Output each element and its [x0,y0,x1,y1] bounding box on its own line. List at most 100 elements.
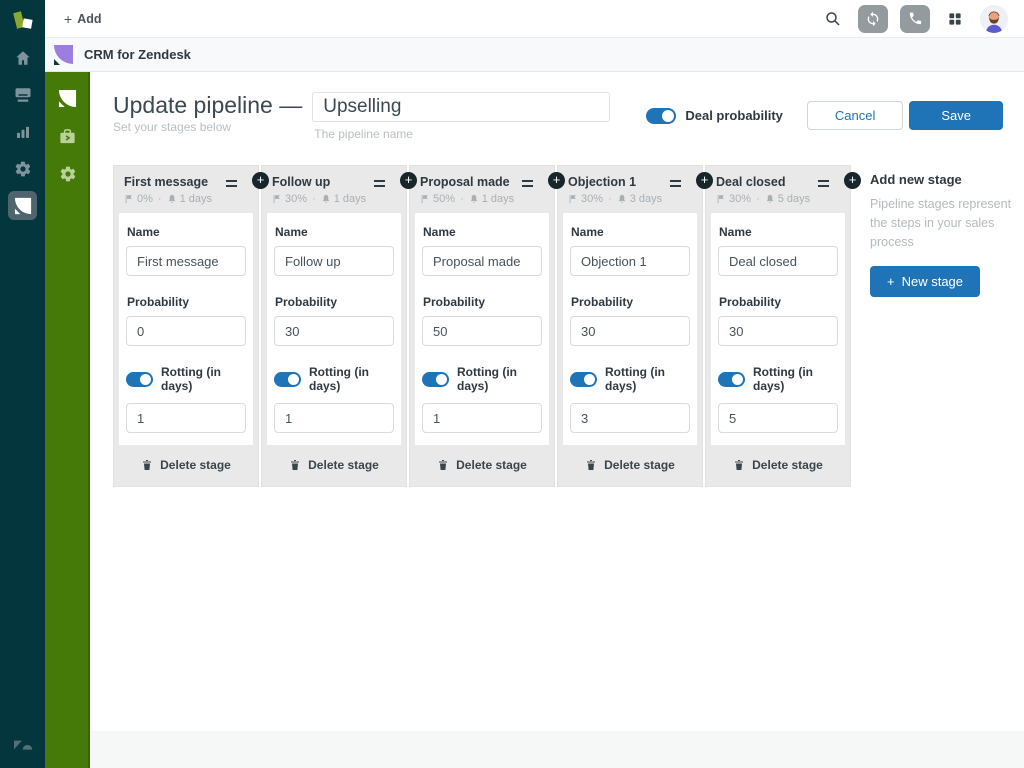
insert-stage-button[interactable]: + [844,172,861,189]
app-header: CRM for Zendesk [45,38,1024,72]
rotting-toggle[interactable] [718,372,745,387]
sell-logo-icon[interactable] [7,7,38,38]
stage-meta: 50% · 1 days [420,193,544,205]
subrail-item-deals[interactable] [54,122,82,150]
name-label: Name [275,225,394,239]
stage-rotting-input[interactable] [126,403,246,433]
insert-stage-button[interactable]: + [548,172,565,189]
app-title: CRM for Zendesk [84,47,191,62]
pipeline-name-input[interactable] [312,92,610,122]
stage-name-input[interactable] [274,246,394,276]
stage-rotting-input[interactable] [422,403,542,433]
flag-icon [716,194,726,204]
rotting-label: Rotting (in days) [605,365,690,393]
drag-handle-icon[interactable] [522,180,533,190]
stage-header[interactable]: Deal closed 30% · 5 days [706,166,850,213]
rotting-toggle[interactable] [422,372,449,387]
save-button[interactable]: Save [909,101,1003,130]
rotting-toggle[interactable] [274,372,301,387]
trash-icon [289,459,301,471]
sidebar-item-home[interactable] [8,43,37,72]
probability-label: Probability [275,295,394,309]
insert-stage-button[interactable]: + [252,172,269,189]
delete-stage-button[interactable]: Delete stage [410,445,554,486]
rotting-toggle[interactable] [126,372,153,387]
name-label: Name [571,225,690,239]
delete-stage-button[interactable]: Delete stage [262,445,406,486]
main-content: Update pipeline — Set your stages below … [90,72,1024,768]
deal-probability-toggle[interactable] [646,108,676,124]
cancel-button[interactable]: Cancel [807,101,903,130]
page-subtitle: Set your stages below [113,120,302,134]
grid-icon [947,11,963,27]
stage-name-input[interactable] [718,246,838,276]
deal-probability-label: Deal probability [685,108,783,123]
trash-icon [733,459,745,471]
search-button[interactable] [820,6,846,32]
stage-meta: 30% · 1 days [272,193,396,205]
stage-rotting-input[interactable] [718,403,838,433]
bell-icon [167,194,177,204]
flag-icon [420,194,430,204]
delete-stage-button[interactable]: Delete stage [558,445,702,486]
new-stage-button[interactable]: + New stage [870,266,980,297]
insert-stage-button[interactable]: + [696,172,713,189]
drag-handle-icon[interactable] [670,180,681,190]
sidebar-item-collections[interactable] [8,80,37,109]
stage-name-input[interactable] [570,246,690,276]
collections-icon [14,86,32,104]
stage-meta: 30% · 3 days [568,193,692,205]
rotting-label: Rotting (in days) [309,365,394,393]
add-stage-panel: Add new stage Pipeline stages represent … [870,165,1012,297]
subrail-item-pipelines[interactable] [54,84,82,112]
stage-card-follow-up: + Follow up 30% · 1 days [261,165,407,487]
name-label: Name [127,225,246,239]
insert-stage-button[interactable]: + [400,172,417,189]
add-button[interactable]: + Add [64,11,102,27]
trash-icon [585,459,597,471]
delete-stage-button[interactable]: Delete stage [706,445,850,486]
topbar: + Add [45,0,1024,38]
drag-handle-icon[interactable] [374,180,385,190]
stage-header[interactable]: Objection 1 30% · 3 days [558,166,702,213]
rotting-toggle[interactable] [570,372,597,387]
stage-probability-input[interactable] [274,316,394,346]
plus-icon: + [64,11,72,27]
apps-grid-button[interactable] [942,6,968,32]
gear-icon [59,165,77,183]
bell-icon [765,194,775,204]
sync-icon [865,11,881,27]
stage-probability-input[interactable] [126,316,246,346]
page-title: Update pipeline — [113,92,302,118]
probability-label: Probability [127,295,246,309]
stage-header[interactable]: First message 0% · 1 days [114,166,258,213]
crm-app-icon [52,44,74,66]
stage-name-input[interactable] [126,246,246,276]
subrail-item-settings[interactable] [54,160,82,188]
delete-stage-button[interactable]: Delete stage [114,445,258,486]
name-label: Name [719,225,838,239]
stage-card-deal-closed: + Deal closed 30% · 5 days [705,165,851,487]
user-avatar[interactable] [980,5,1008,33]
drag-handle-icon[interactable] [226,180,237,190]
stage-name-input[interactable] [422,246,542,276]
stage-rotting-input[interactable] [570,403,690,433]
phone-icon [908,11,923,26]
drag-handle-icon[interactable] [818,180,829,190]
stage-rotting-input[interactable] [274,403,394,433]
rotting-label: Rotting (in days) [457,365,542,393]
sidebar-item-crm-app[interactable] [8,191,37,220]
app-rail [0,0,45,768]
phone-button[interactable] [900,5,930,33]
stage-probability-input[interactable] [422,316,542,346]
sync-button[interactable] [858,5,888,33]
stage-probability-input[interactable] [718,316,838,346]
stage-probability-input[interactable] [570,316,690,346]
stage-header[interactable]: Proposal made 50% · 1 days [410,166,554,213]
stages-row: + First message 0% · 1 days [113,165,1024,487]
avatar-illustration [980,5,1008,33]
stage-card-proposal-made: + Proposal made 50% · 1 days [409,165,555,487]
sidebar-item-settings[interactable] [8,154,37,183]
sidebar-item-reports[interactable] [8,117,37,146]
stage-header[interactable]: Follow up 30% · 1 days [262,166,406,213]
